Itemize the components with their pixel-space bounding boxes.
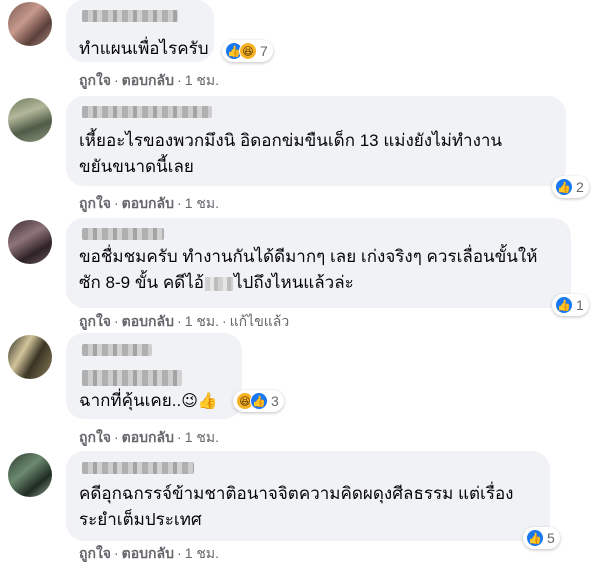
comment-text: เหี้ยอะไรของพวกมึงนิ อิดอกข่มขืนเด็ก 13 … (79, 131, 503, 150)
comment-emojis: 😉👍 (181, 391, 218, 410)
avatar[interactable] (8, 453, 52, 497)
redacted-name (205, 276, 233, 291)
reaction-count: 1 (576, 297, 584, 313)
like-icon: 👍 (250, 392, 268, 410)
reaction-summary[interactable]: 👍 😆 7 (222, 40, 273, 62)
edited-label[interactable]: แก้ไขแล้ว (230, 313, 290, 329)
comment-text: ระยำเต็มประเทศ (79, 510, 202, 529)
like-button[interactable]: ถูกใจ (79, 429, 111, 445)
comment-text: ขยันขนาดนี้เลย (79, 157, 194, 176)
timestamp[interactable]: 1 ชม. (185, 429, 219, 445)
timestamp[interactable]: 1 ชม. (185, 313, 219, 329)
reply-button[interactable]: ตอบกลับ (122, 195, 174, 211)
commenter-name[interactable] (82, 344, 152, 356)
avatar[interactable] (8, 335, 52, 379)
reaction-count: 7 (260, 43, 268, 59)
reaction-count: 3 (271, 393, 279, 409)
like-icon: 👍 (555, 296, 573, 314)
comment-text: ฉากที่คุ้นเคย..😉👍 (79, 391, 218, 410)
reply-button[interactable]: ตอบกลับ (122, 545, 174, 561)
like-icon: 👍 (555, 178, 573, 196)
reaction-summary[interactable]: 👍 2 (552, 176, 589, 198)
haha-icon: 😆 (239, 42, 257, 60)
timestamp[interactable]: 1 ชม. (185, 545, 219, 561)
avatar[interactable] (8, 220, 52, 264)
reaction-summary[interactable]: 👍 5 (523, 527, 560, 549)
like-button[interactable]: ถูกใจ (79, 313, 111, 329)
reply-button[interactable]: ตอบกลับ (122, 429, 174, 445)
reaction-count: 5 (547, 530, 555, 546)
comment-actions: ถูกใจ · ตอบกลับ · 1 ชม. (79, 72, 219, 88)
like-button[interactable]: ถูกใจ (79, 72, 111, 88)
timestamp[interactable]: 1 ชม. (185, 72, 219, 88)
commenter-name[interactable] (82, 462, 194, 474)
commenter-name[interactable] (82, 10, 178, 22)
comment-actions: ถูกใจ · ตอบกลับ · 1 ชม. (79, 195, 219, 211)
comment-text: ซัก 8-9 ขั้น คดีไอ้ ไปถึงไหนแล้วล่ะ (79, 273, 354, 292)
reaction-summary[interactable]: 👍 1 (552, 294, 589, 316)
avatar[interactable] (8, 98, 52, 142)
like-button[interactable]: ถูกใจ (79, 545, 111, 561)
reply-button[interactable]: ตอบกลับ (122, 313, 174, 329)
commenter-name[interactable] (82, 228, 164, 240)
comment-text: คดีอุกฉกรรจ์ข้ามชาติอนาจจิตความคิดผดุงศี… (79, 484, 514, 503)
reply-button[interactable]: ตอบกลับ (122, 72, 174, 88)
reaction-count: 2 (576, 179, 584, 195)
commenter-name (82, 370, 182, 386)
like-button[interactable]: ถูกใจ (79, 195, 111, 211)
commenter-name[interactable] (82, 106, 212, 118)
timestamp[interactable]: 1 ชม. (185, 195, 219, 211)
avatar[interactable] (8, 2, 52, 46)
comment-text: ขอชื่มชมครับ ทำงานกันได้ดีมากๆ เลย เก่งจ… (79, 247, 538, 266)
comment-actions: ถูกใจ · ตอบกลับ · 1 ชม. (79, 545, 219, 561)
reaction-summary[interactable]: 😆 👍 3 (233, 390, 284, 412)
comment-actions: ถูกใจ · ตอบกลับ · 1 ชม. · แก้ไขแล้ว (79, 313, 290, 329)
comment-text: ทำแผนเพื่อไรครับ (79, 39, 209, 58)
comment-actions: ถูกใจ · ตอบกลับ · 1 ชม. (79, 429, 219, 445)
like-icon: 👍 (526, 529, 544, 547)
